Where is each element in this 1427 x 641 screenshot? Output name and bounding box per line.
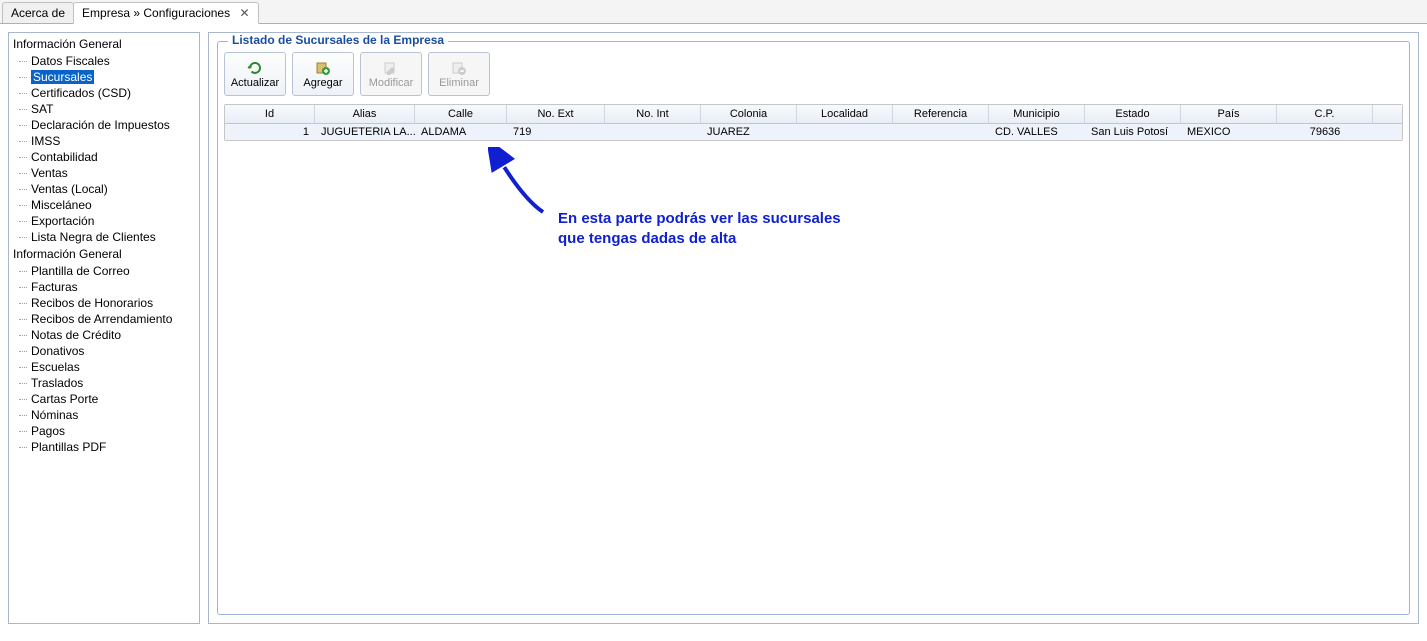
delete-icon: [451, 60, 467, 76]
cell-estado: San Luis Potosí: [1085, 124, 1181, 140]
col-localidad[interactable]: Localidad: [797, 105, 893, 123]
tree-item-plantillas-pdf[interactable]: Plantillas PDF: [9, 439, 199, 455]
tree-item-certificados[interactable]: Certificados (CSD): [9, 85, 199, 101]
tree-item-imss[interactable]: IMSS: [9, 133, 199, 149]
tree-group-label: Información General: [9, 245, 199, 263]
cell-no-ext: 719: [507, 124, 605, 140]
tree-item-contabilidad[interactable]: Contabilidad: [9, 149, 199, 165]
agregar-button[interactable]: Agregar: [292, 52, 354, 96]
groupbox-sucursales: Listado de Sucursales de la Empresa Actu…: [217, 41, 1410, 615]
col-cp[interactable]: C.P.: [1277, 105, 1373, 123]
tree-item-miscelaneo[interactable]: Misceláneo: [9, 197, 199, 213]
col-id[interactable]: Id: [225, 105, 315, 123]
col-estado[interactable]: Estado: [1085, 105, 1181, 123]
refresh-icon: [247, 60, 263, 76]
sucursales-grid[interactable]: Id Alias Calle No. Ext No. Int Colonia L…: [224, 104, 1403, 141]
col-no-ext[interactable]: No. Ext: [507, 105, 605, 123]
tree-item-escuelas[interactable]: Escuelas: [9, 359, 199, 375]
tree-item-pagos[interactable]: Pagos: [9, 423, 199, 439]
actualizar-button[interactable]: Actualizar: [224, 52, 286, 96]
modificar-button: Modificar: [360, 52, 422, 96]
close-icon[interactable]: ✕: [239, 6, 249, 20]
cell-id: 1: [225, 124, 315, 140]
cell-localidad: [797, 124, 893, 140]
tree-item-recibos-honorarios[interactable]: Recibos de Honorarios: [9, 295, 199, 311]
cell-municipio: CD. VALLES: [989, 124, 1085, 140]
tree-item-notas-credito[interactable]: Notas de Crédito: [9, 327, 199, 343]
tree-item-sucursales[interactable]: Sucursales: [9, 69, 199, 85]
col-municipio[interactable]: Municipio: [989, 105, 1085, 123]
cell-colonia: JUAREZ: [701, 124, 797, 140]
tree-item-ventas[interactable]: Ventas: [9, 165, 199, 181]
cell-calle: ALDAMA: [415, 124, 507, 140]
col-no-int[interactable]: No. Int: [605, 105, 701, 123]
col-calle[interactable]: Calle: [415, 105, 507, 123]
grid-header[interactable]: Id Alias Calle No. Ext No. Int Colonia L…: [225, 105, 1402, 124]
tree-item-nominas[interactable]: Nóminas: [9, 407, 199, 423]
tree-item-donativos[interactable]: Donativos: [9, 343, 199, 359]
cell-referencia: [893, 124, 989, 140]
tab-label: Acerca de: [11, 6, 65, 20]
tree-item-declaracion-impuestos[interactable]: Declaración de Impuestos: [9, 117, 199, 133]
edit-icon: [383, 60, 399, 76]
tree-item-lista-negra[interactable]: Lista Negra de Clientes: [9, 229, 199, 245]
groupbox-title: Listado de Sucursales de la Empresa: [228, 33, 448, 47]
cell-no-int: [605, 124, 701, 140]
tree-item-ventas-local[interactable]: Ventas (Local): [9, 181, 199, 197]
annotation-text: En esta parte podrás ver las sucursales …: [558, 209, 841, 250]
annotation-arrow-icon: [488, 147, 568, 227]
tree-group-label: Información General: [9, 35, 199, 53]
col-colonia[interactable]: Colonia: [701, 105, 797, 123]
cell-alias: JUGUETERIA LA...: [315, 124, 415, 140]
tree-item-sat[interactable]: SAT: [9, 101, 199, 117]
add-icon: [315, 60, 331, 76]
tab-empresa-configuraciones[interactable]: Empresa » Configuraciones ✕: [73, 2, 258, 24]
cell-cp: 79636: [1277, 124, 1373, 140]
content-area: Información General Datos Fiscales Sucur…: [0, 24, 1427, 632]
cell-pais: MEXICO: [1181, 124, 1277, 140]
navigation-tree[interactable]: Información General Datos Fiscales Sucur…: [8, 32, 200, 624]
table-row[interactable]: 1 JUGUETERIA LA... ALDAMA 719 JUAREZ CD.…: [225, 124, 1402, 140]
tab-acerca-de[interactable]: Acerca de: [2, 2, 74, 23]
tree-item-plantilla-correo[interactable]: Plantilla de Correo: [9, 263, 199, 279]
tab-label: Empresa » Configuraciones: [82, 6, 230, 20]
tree-item-cartas-porte[interactable]: Cartas Porte: [9, 391, 199, 407]
eliminar-button: Eliminar: [428, 52, 490, 96]
main-panel: Listado de Sucursales de la Empresa Actu…: [208, 32, 1419, 624]
tree-item-datos-fiscales[interactable]: Datos Fiscales: [9, 53, 199, 69]
col-alias[interactable]: Alias: [315, 105, 415, 123]
col-referencia[interactable]: Referencia: [893, 105, 989, 123]
toolbar: Actualizar Agregar Modificar Eliminar: [224, 52, 1403, 96]
tree-item-exportacion[interactable]: Exportación: [9, 213, 199, 229]
tab-bar: Acerca de Empresa » Configuraciones ✕: [0, 0, 1427, 24]
col-pais[interactable]: País: [1181, 105, 1277, 123]
tree-item-traslados[interactable]: Traslados: [9, 375, 199, 391]
tree-item-recibos-arrendamiento[interactable]: Recibos de Arrendamiento: [9, 311, 199, 327]
tree-item-facturas[interactable]: Facturas: [9, 279, 199, 295]
